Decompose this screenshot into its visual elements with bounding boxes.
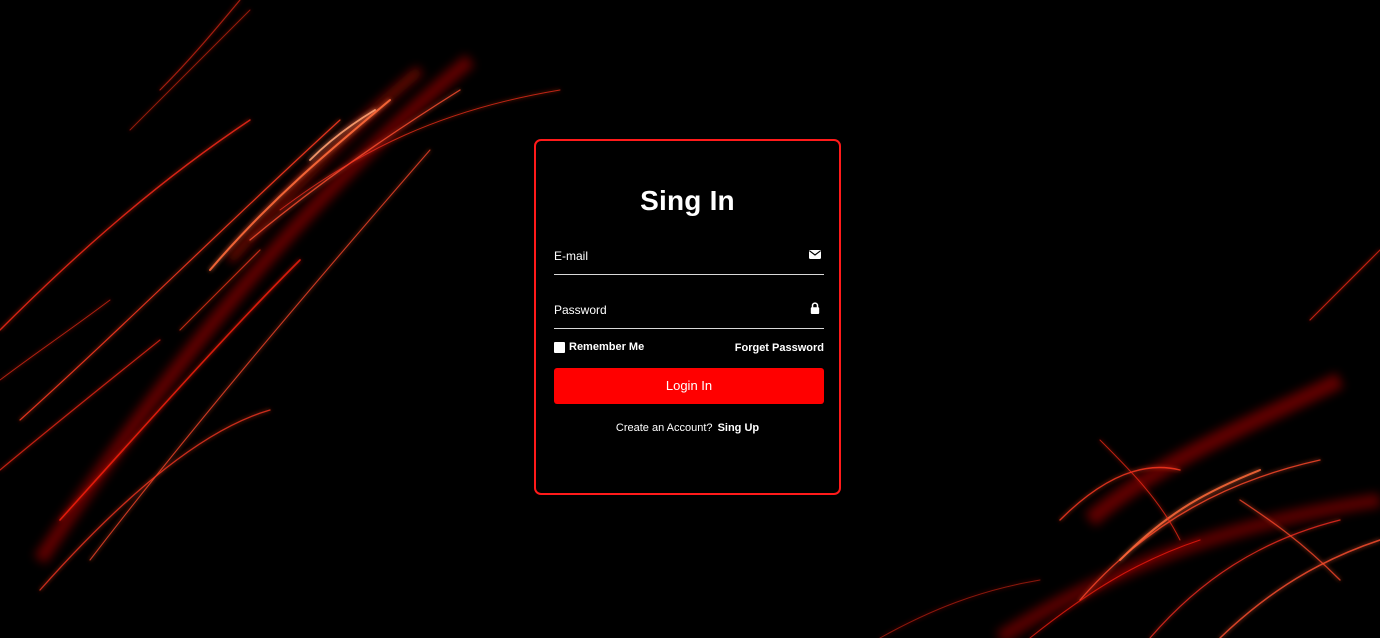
remember-checkbox[interactable]: [554, 341, 565, 353]
form-title: Sing In: [640, 185, 735, 216]
password-field-wrapper: [554, 298, 824, 329]
envelope-icon: [808, 247, 822, 261]
password-input[interactable]: [554, 298, 794, 322]
create-account-text: Create an Account?: [615, 422, 713, 434]
email-field-wrapper: [554, 244, 824, 275]
forget-password-link[interactable]: Forget Password: [735, 342, 824, 354]
remember-me[interactable]: Remember Me: [554, 341, 644, 353]
form-options-row: Remember Me Forget Password: [554, 341, 824, 357]
remember-label: Remember Me: [569, 341, 645, 353]
login-card: Sing In Remember Me Forget Password Logi…: [534, 139, 841, 495]
signup-link[interactable]: Sing Up: [718, 422, 760, 434]
login-button[interactable]: Login In: [554, 368, 824, 404]
signup-row: Create an Account? Sing Up: [536, 422, 839, 434]
email-input[interactable]: [554, 244, 794, 268]
lock-icon: [808, 301, 822, 315]
